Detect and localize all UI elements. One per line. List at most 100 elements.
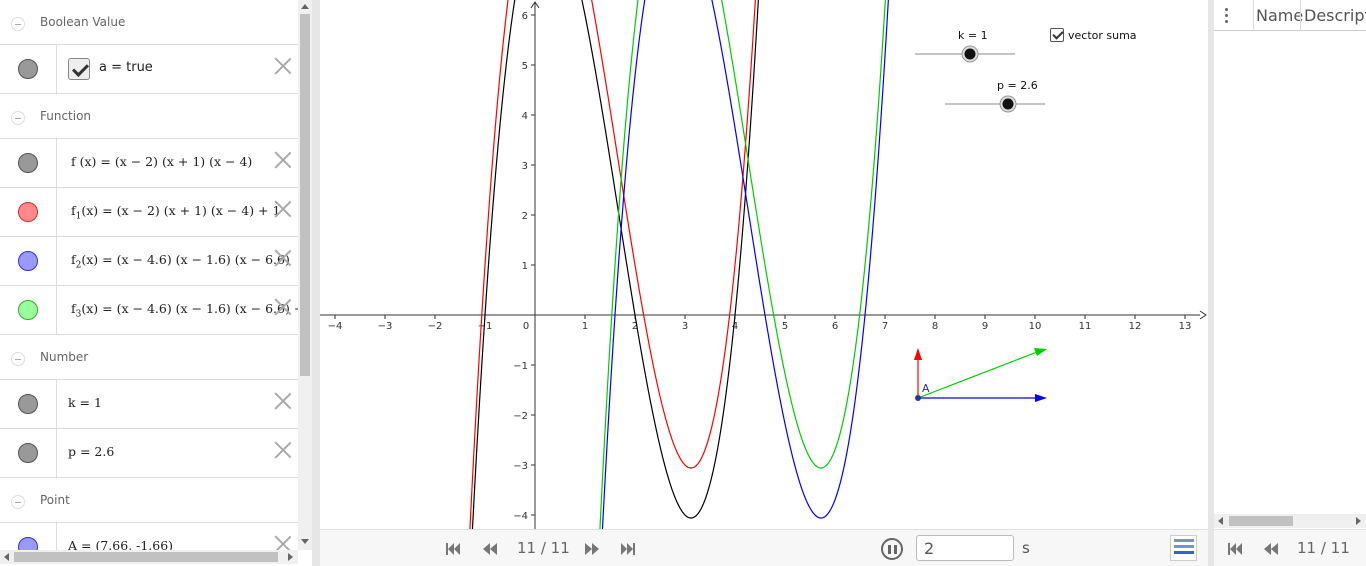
category-label: Point [40,493,70,507]
delete-icon[interactable] [274,535,292,550]
curve-f3[interactable] [598,0,889,529]
scroll-right-icon[interactable] [288,553,293,561]
algebra-list: Boolean Value a = true Function f (x) = … [0,0,298,550]
collapse-icon[interactable] [11,495,25,509]
marble-cell [0,237,57,285]
column-header-name[interactable]: Name [1256,6,1303,25]
visibility-toggle-icon[interactable] [18,394,38,414]
algebra-row-f1[interactable]: f1(x) = (x − 2) (x + 1) (x − 4) + 1 [0,188,298,237]
boolean-checkbox[interactable] [68,58,90,80]
algebra-vertical-scrollbar[interactable] [298,0,312,550]
icon-line [1174,545,1194,548]
vector-sum-arrow-icon [1034,348,1047,356]
algebra-row-f[interactable]: f (x) = (x − 2) (x + 1) (x − 4) [0,139,298,188]
x-tick-label: −4 [328,321,343,332]
slider-k-label: k = 1 [958,29,988,42]
column-divider[interactable] [1300,0,1301,31]
slider-p-handle[interactable] [1002,98,1014,110]
step-back-icon[interactable] [1263,542,1279,556]
x-tick-label: −3 [378,321,393,332]
vector-suma-label[interactable]: vector suma [1068,29,1137,42]
row-definition[interactable]: p = 2.6 [68,444,114,459]
marble-cell [0,523,57,550]
table-of-values-icon[interactable] [1170,535,1197,561]
vector-suma-checkbox[interactable] [1050,28,1064,42]
category-boolean-value[interactable]: Boolean Value [0,0,298,45]
scroll-thumb[interactable] [1229,516,1293,526]
collapse-icon[interactable] [11,352,25,366]
delete-icon[interactable] [274,249,292,267]
algebra-row-A[interactable]: A = (7.66, -1.66) [0,523,298,550]
visibility-toggle-icon[interactable] [18,251,38,271]
visibility-toggle-icon[interactable] [18,443,38,463]
visibility-toggle-icon[interactable] [18,153,38,173]
function-body: (x) = (x − 2) (x + 1) (x − 4) + 1 [81,203,281,218]
delete-icon[interactable] [274,151,292,169]
scroll-left-icon[interactable] [4,553,9,561]
scroll-left-icon[interactable] [1218,517,1223,525]
delete-icon[interactable] [274,392,292,410]
graphics-view[interactable]: −4 −3 −2 −1 0 1 2 3 4 5 6 7 8 9 10 11 12 13 6 5 4 3 2 1 −1 −2 −3 −4… [320,0,1208,566]
algebra-row-f3[interactable]: f3(x) = (x − 4.6) (x − 1.6) (x − 6.6) + … [0,286,298,335]
skip-start-icon[interactable] [445,542,461,556]
x-tick-label: 5 [782,321,788,332]
row-definition[interactable]: a = true [99,60,153,75]
visibility-toggle-icon[interactable] [18,59,38,79]
category-label: Boolean Value [40,15,126,29]
algebra-horizontal-scrollbar[interactable] [0,550,298,564]
algebra-row-f2[interactable]: f2(x) = (x − 4.6) (x − 1.6) (x − 6.6) [0,237,298,286]
pause-icon[interactable] [881,538,903,560]
skip-start-icon[interactable] [1227,542,1243,556]
visibility-toggle-icon[interactable] [18,537,38,550]
collapse-icon[interactable] [11,111,25,125]
scroll-up-icon[interactable] [301,4,309,9]
pane-divider[interactable] [312,0,320,566]
algebra-row-k[interactable]: k = 1 [0,380,298,429]
slider-k-handle[interactable] [964,48,976,60]
x-axis-arrow-icon [1199,310,1207,320]
scroll-thumb[interactable] [14,552,278,562]
step-back-icon[interactable] [482,542,498,556]
category-number[interactable]: Number [0,335,298,380]
x-tick-label: 9 [982,321,988,332]
table-horizontal-scrollbar[interactable] [1214,514,1366,528]
delete-icon[interactable] [274,57,292,75]
row-definition[interactable]: f3(x) = (x − 4.6) (x − 1.6) (x − 6.6) + … [71,301,298,320]
x-tick-label: −2 [428,321,443,332]
table-menu-icon[interactable] [1214,0,1254,31]
curve-f1[interactable] [468,0,759,529]
delete-icon[interactable] [274,441,292,459]
algebra-row-a[interactable]: a = true [0,45,298,94]
category-label: Number [40,350,89,364]
visibility-toggle-icon[interactable] [18,202,38,222]
vector-right-arrow-icon [1035,394,1047,402]
scroll-down-icon[interactable] [301,539,309,544]
animation-speed-input[interactable]: 2 [916,535,1014,561]
collapse-icon[interactable] [11,17,25,31]
algebra-row-p[interactable]: p = 2.6 [0,429,298,478]
step-forward-icon[interactable] [584,542,600,556]
curve-f2[interactable] [600,0,891,529]
row-definition[interactable]: f2(x) = (x − 4.6) (x − 1.6) (x − 6.6) [71,252,290,271]
visibility-toggle-icon[interactable] [18,300,38,320]
marble-cell [0,380,57,428]
row-definition[interactable]: A = (7.66, -1.66) [68,538,173,550]
icon-line [1174,551,1194,554]
category-point[interactable]: Point [0,478,298,523]
row-definition[interactable]: f (x) = (x − 2) (x + 1) (x − 4) [71,154,252,169]
scroll-thumb[interactable] [300,14,310,376]
graph-canvas[interactable]: −4 −3 −2 −1 0 1 2 3 4 5 6 7 8 9 10 11 12 13654321−1−2−3−4 [320,0,1208,529]
skip-end-icon[interactable] [620,542,636,556]
vector-sum[interactable] [917,351,1038,399]
point-A[interactable] [915,395,921,401]
column-header-description[interactable]: Descript [1304,6,1366,25]
delete-icon[interactable] [274,298,292,316]
x-tick-label: 12 [1129,321,1142,332]
row-definition[interactable]: f1(x) = (x − 2) (x + 1) (x − 4) + 1 [71,203,280,222]
category-function[interactable]: Function [0,94,298,139]
delete-icon[interactable] [274,200,292,218]
vectors[interactable] [914,348,1047,402]
scroll-right-icon[interactable] [1356,517,1361,525]
marble-cell [0,139,57,187]
row-definition[interactable]: k = 1 [68,395,102,410]
